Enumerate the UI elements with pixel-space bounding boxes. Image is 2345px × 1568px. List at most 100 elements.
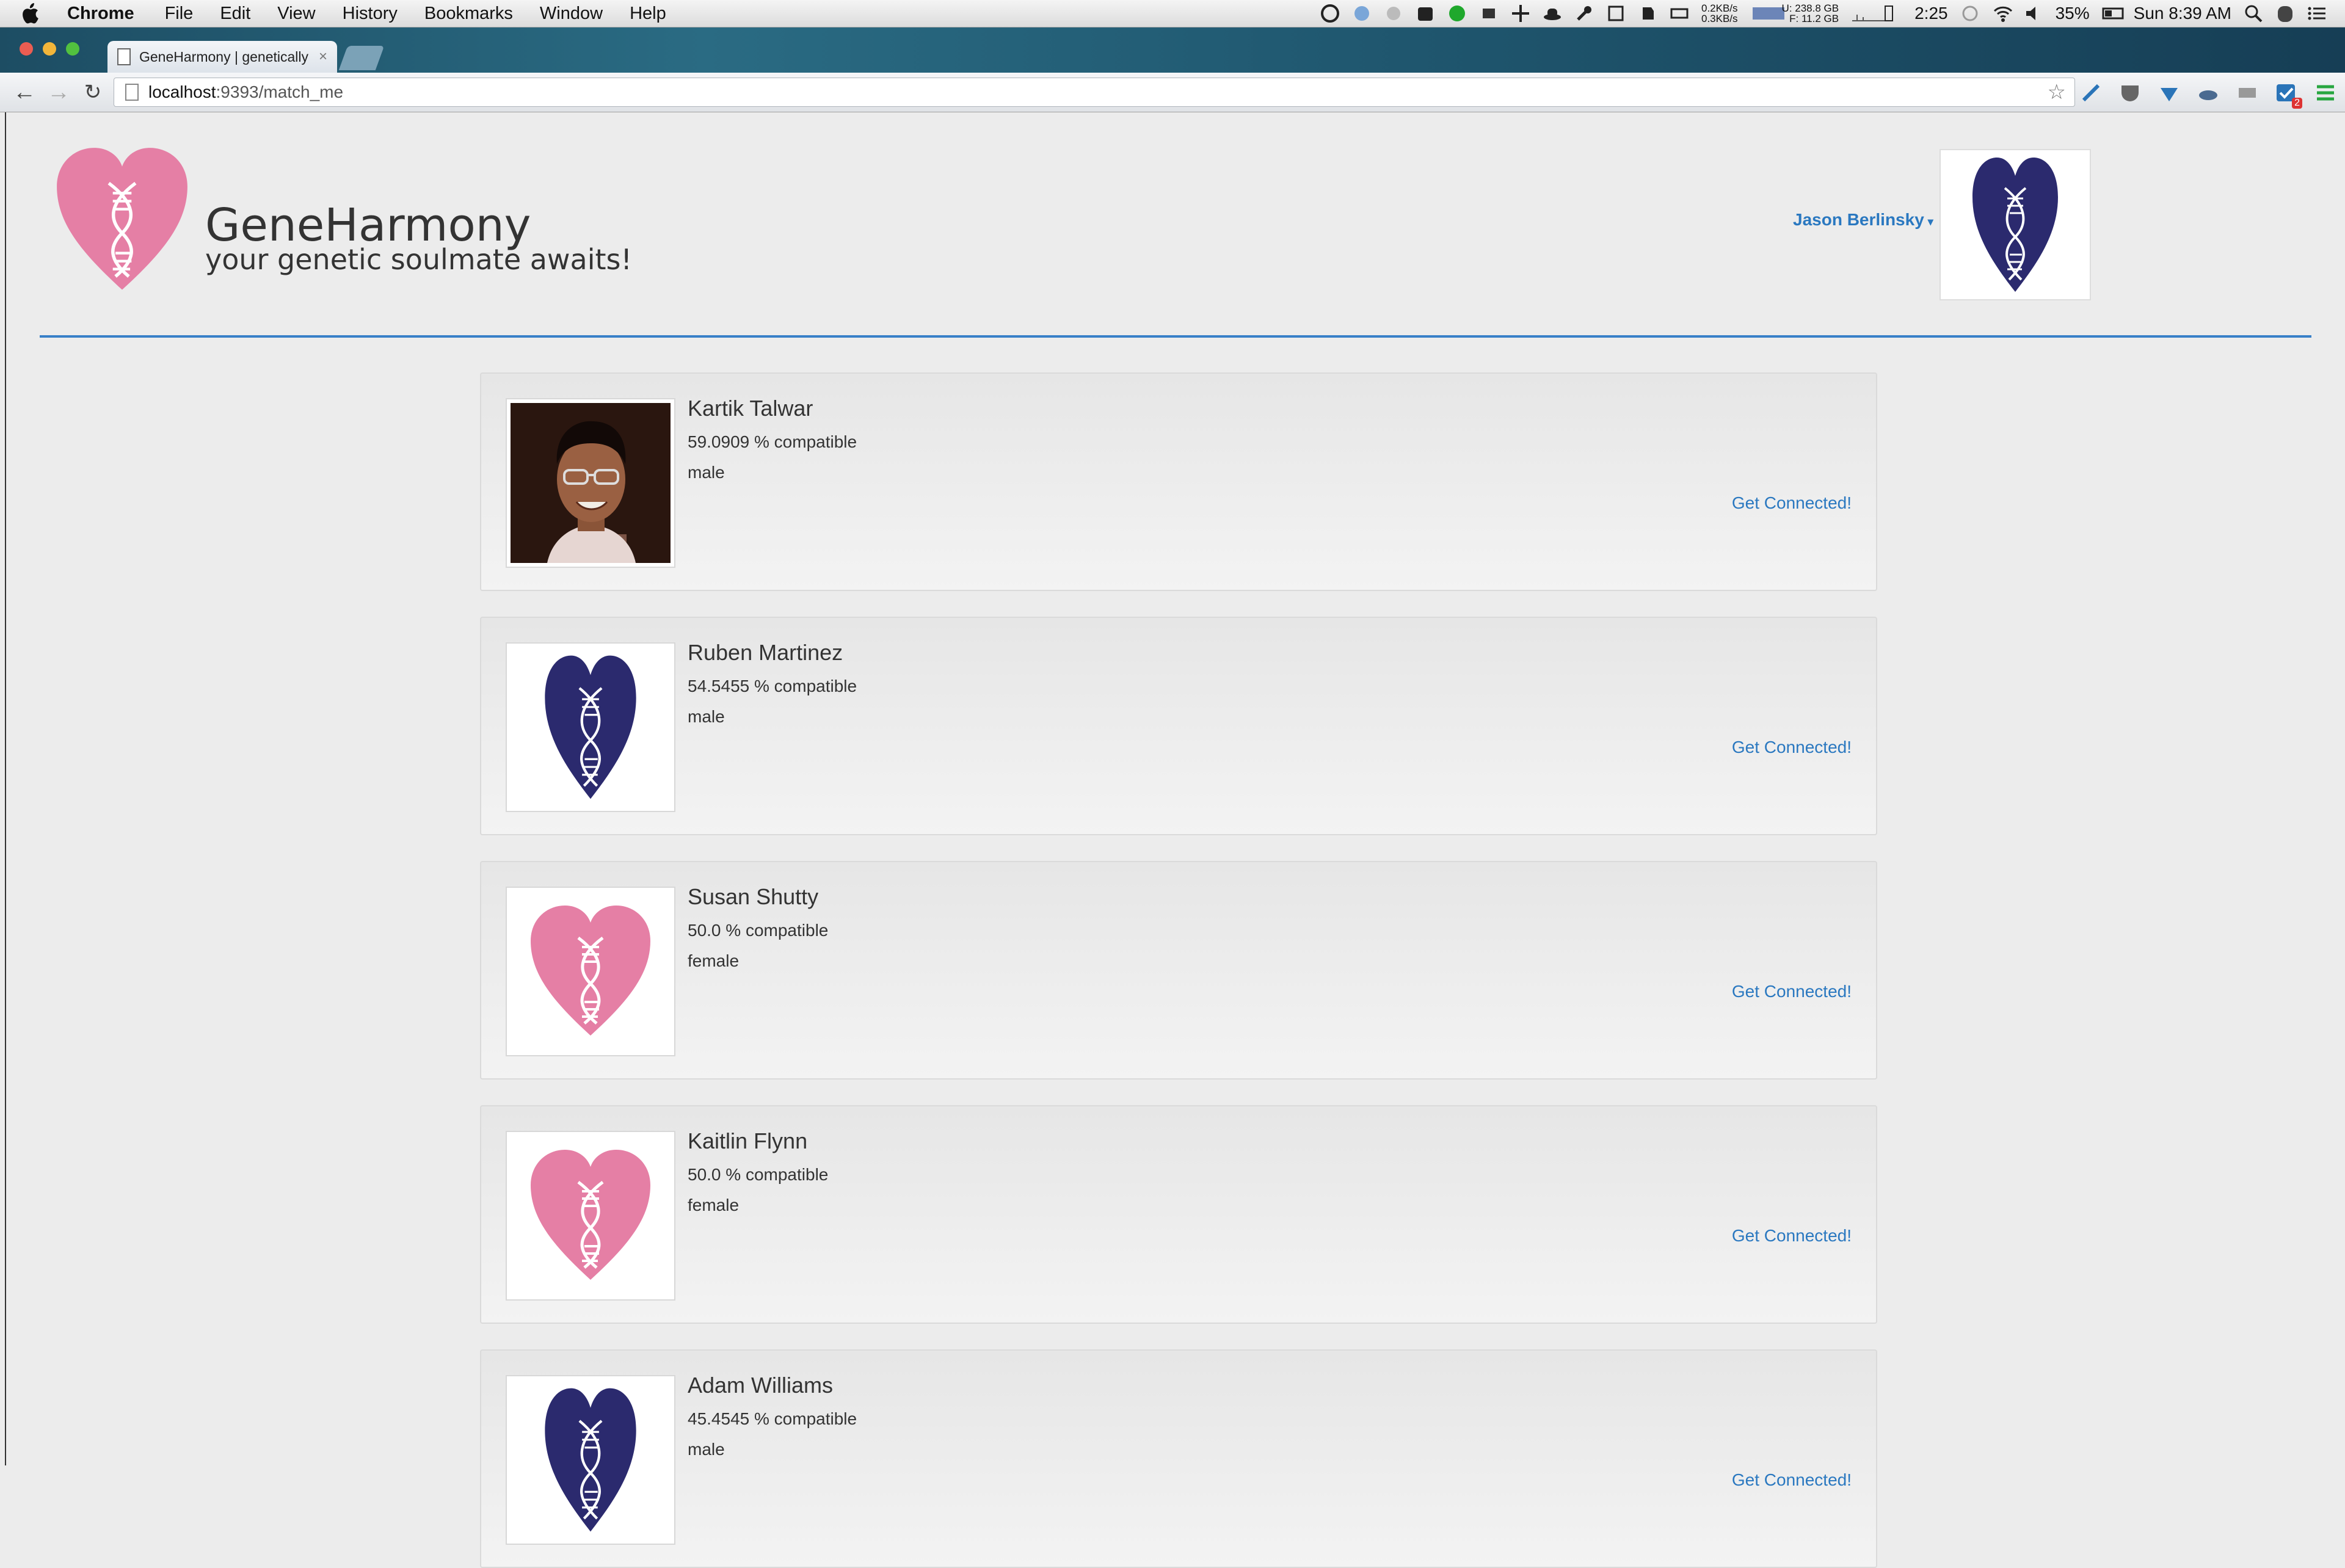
extension-badge-count: 2 (2292, 98, 2302, 109)
match-name[interactable]: Susan Shutty (688, 884, 818, 910)
match-card: Adam Williams 45.4545 % compatible male … (480, 1349, 1877, 1568)
diamond-extension-icon[interactable] (2158, 82, 2180, 104)
window-icon[interactable] (1606, 4, 1626, 23)
profile-photo-navy-heart[interactable] (506, 1375, 675, 1545)
get-connected-link[interactable]: Get Connected! (1732, 982, 1852, 1001)
menu-edit[interactable]: Edit (220, 4, 250, 24)
profile-photo[interactable] (506, 398, 675, 568)
webpage: GeneHarmony your genetic soulmate awaits… (5, 112, 2345, 1568)
match-gender: female (688, 951, 740, 970)
memory-icon[interactable] (1670, 4, 1689, 23)
chrome-menu-icon[interactable] (2314, 82, 2336, 104)
get-connected-link[interactable]: Get Connected! (1732, 1226, 1852, 1246)
extensions-bar: 2 (2080, 80, 2336, 109)
match-gender: male (688, 707, 725, 726)
spotlight-search-icon[interactable] (2244, 4, 2263, 23)
mac-menubar: Chrome File Edit View History Bookmarks … (0, 0, 2345, 27)
tab-active[interactable]: GeneHarmony | genetically × (107, 41, 337, 73)
glasses-extension-icon[interactable] (2236, 82, 2258, 104)
reload-icon[interactable]: ↻ (79, 79, 106, 106)
match-name[interactable]: Kaitlin Flynn (688, 1128, 807, 1154)
profile-photo-pink-heart[interactable] (506, 887, 675, 1056)
creative-cloud-icon[interactable] (1320, 4, 1340, 23)
menu-app-chrome[interactable]: Chrome (67, 4, 134, 24)
wrench-icon[interactable] (1574, 4, 1594, 23)
profile-photo-pink-heart[interactable] (506, 1131, 675, 1301)
battery-level-icon (1883, 4, 1902, 23)
address-bar[interactable]: localhost:9393/match_me ☆ (114, 78, 2075, 107)
checkmark-extension-icon[interactable]: 2 (2275, 82, 2302, 109)
match-gender: male (688, 1440, 725, 1459)
get-connected-link[interactable]: Get Connected! (1732, 738, 1852, 757)
pocket-extension-icon[interactable] (2119, 82, 2141, 104)
user-dropdown[interactable]: Jason Berlinsky ▾ (1793, 210, 1933, 230)
evernote-icon[interactable] (1638, 4, 1657, 23)
battery-icon[interactable] (2102, 4, 2124, 23)
match-compatibility: 54.5455 % compatible (688, 677, 857, 695)
header-divider (40, 335, 2311, 338)
match-card: Kaitlin Flynn 50.0 % compatible female G… (480, 1105, 1877, 1324)
page-info-icon[interactable] (125, 84, 139, 101)
menu-bookmarks[interactable]: Bookmarks (424, 4, 513, 24)
geneharmony-logo[interactable] (55, 147, 189, 293)
dropbox-icon[interactable] (1479, 4, 1499, 23)
menu-view[interactable]: View (277, 4, 315, 24)
menu-window[interactable]: Window (540, 4, 603, 24)
wifi-icon[interactable] (1992, 4, 2012, 23)
match-compatibility: 50.0 % compatible (688, 1165, 829, 1184)
menu-file[interactable]: File (165, 4, 194, 24)
disk-usage: U: 238.8 GB F: 11.2 GB (1781, 2, 1839, 24)
volume-icon[interactable] (2024, 4, 2043, 23)
window-close-button[interactable] (20, 42, 33, 56)
clock[interactable]: Sun 8:39 AM (2134, 4, 2231, 23)
caret-down-icon: ▾ (1927, 216, 1933, 228)
user-account-icon[interactable] (2275, 4, 2295, 23)
user-avatar[interactable] (1940, 149, 2091, 300)
new-tab-button[interactable] (338, 46, 385, 70)
match-card: Kartik Talwar 59.0909 % compatible male … (480, 372, 1877, 591)
get-connected-link[interactable]: Get Connected! (1732, 1470, 1852, 1490)
green-status-icon[interactable] (1447, 4, 1467, 23)
notification-icon[interactable] (1384, 4, 1403, 23)
match-compatibility: 59.0909 % compatible (688, 432, 857, 451)
page-favicon-icon (117, 48, 131, 65)
match-name[interactable]: Ruben Martinez (688, 640, 843, 666)
battery-time: 2:25 (1914, 4, 1948, 23)
url-path: :9393/match_me (216, 82, 344, 101)
battery-percent[interactable]: 35% (2056, 4, 2090, 23)
back-arrow-icon[interactable]: ← (11, 79, 38, 106)
bookmark-star-icon[interactable]: ☆ (2048, 80, 2066, 104)
match-name[interactable]: Kartik Talwar (688, 396, 813, 421)
menu-help[interactable]: Help (630, 4, 666, 24)
activity-graph-icon (1851, 4, 1887, 23)
match-compatibility: 50.0 % compatible (688, 921, 829, 940)
match-gender: female (688, 1196, 740, 1214)
profile-photo-navy-heart[interactable] (506, 642, 675, 812)
match-name[interactable]: Adam Williams (688, 1373, 833, 1398)
hat-icon[interactable] (1543, 4, 1562, 23)
sync-icon[interactable] (1352, 4, 1372, 23)
match-compatibility: 45.4545 % compatible (688, 1409, 857, 1428)
match-card: Susan Shutty 50.0 % compatible female Ge… (480, 861, 1877, 1080)
forward-arrow-icon[interactable]: → (45, 79, 72, 106)
menu-history[interactable]: History (343, 4, 398, 24)
network-speed: 0.2KB/s 0.3KB/s (1701, 2, 1738, 24)
rocket-extension-icon[interactable] (2080, 82, 2102, 104)
window-minimize-button[interactable] (43, 42, 56, 56)
user-name: Jason Berlinsky (1793, 210, 1924, 229)
match-card: Ruben Martinez 54.5455 % compatible male… (480, 617, 1877, 835)
move-icon[interactable] (1511, 4, 1530, 23)
status-area: 0.2KB/s 0.3KB/s U: 238.8 GB F: 11.2 GB 2:2… (1320, 0, 2327, 27)
browser-titlebar: GeneHarmony | genetically × (0, 27, 2345, 73)
tab-close-icon[interactable]: × (319, 48, 327, 65)
window-zoom-button[interactable] (66, 42, 79, 56)
cloud-extension-icon[interactable] (2197, 82, 2219, 104)
tab-title: GeneHarmony | genetically (139, 48, 308, 65)
apple-menu-icon[interactable] (21, 1, 45, 26)
time-machine-icon[interactable] (1960, 4, 1980, 23)
camera-icon[interactable] (1416, 4, 1435, 23)
get-connected-link[interactable]: Get Connected! (1732, 493, 1852, 513)
notification-center-icon[interactable] (2307, 4, 2327, 23)
url-host: localhost (148, 82, 216, 101)
browser-toolbar: ← → ↻ localhost:9393/match_me ☆ 2 (0, 73, 2345, 112)
